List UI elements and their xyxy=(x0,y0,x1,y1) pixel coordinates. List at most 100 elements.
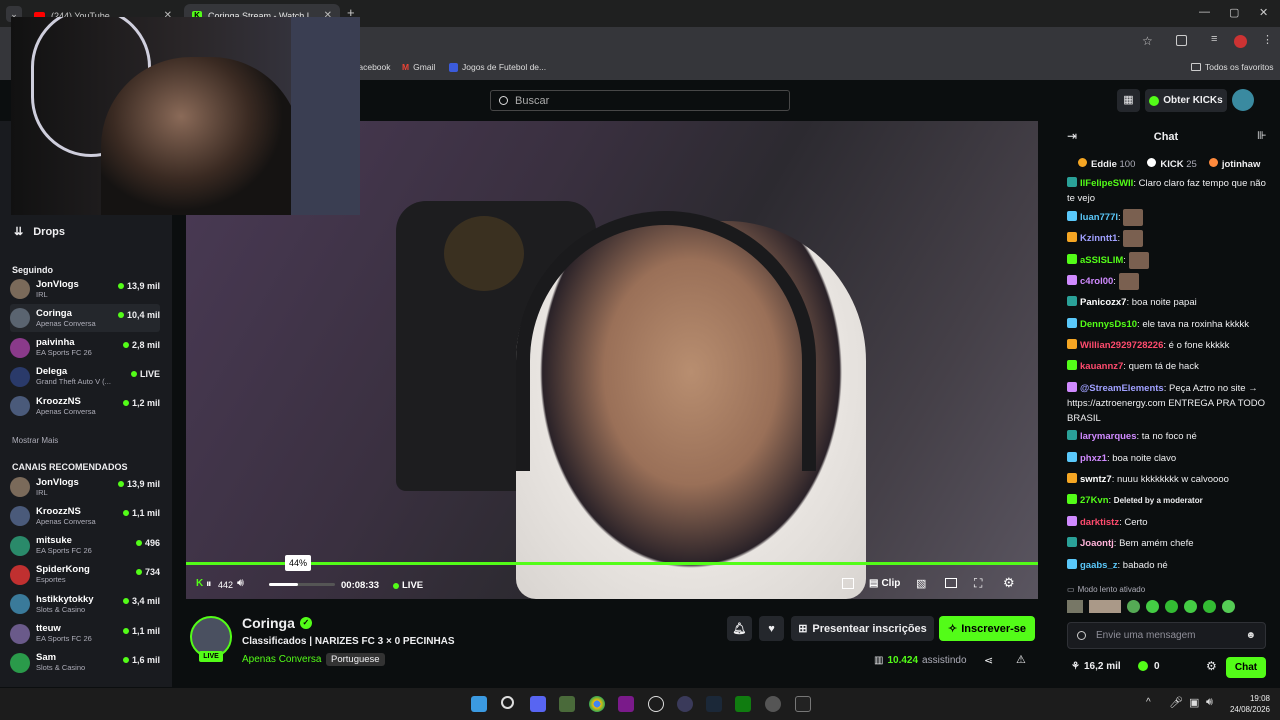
chat-username[interactable]: kauannz7 xyxy=(1080,361,1123,372)
chat-message[interactable]: IlFelipeSWII: Claro claro faz tempo que … xyxy=(1067,176,1272,206)
close-window-button[interactable]: ✕ xyxy=(1259,6,1268,19)
mic-icon[interactable]: 🎤︎ xyxy=(1169,696,1183,709)
chrome-icon[interactable] xyxy=(589,696,605,712)
app-icon[interactable] xyxy=(648,696,664,712)
sidebar-channel-tteuw[interactable]: tteuw EA Sports FC 26 1,1 mil xyxy=(10,620,160,648)
chat-username[interactable]: Willian2929728226 xyxy=(1080,340,1163,351)
emote-icon[interactable] xyxy=(1146,600,1159,613)
sidebar-channel-spiderkong[interactable]: SpiderKong Esportes 734 xyxy=(10,561,160,589)
chat-message[interactable]: Joaontj: Bem amém chefe xyxy=(1067,536,1272,551)
miniplayer-icon[interactable] xyxy=(842,578,854,589)
all-bookmarks[interactable]: Todos os favoritos xyxy=(1191,62,1274,72)
sidebar-channel-delega[interactable]: Delega Grand Theft Auto V (... LIVE xyxy=(10,363,160,391)
browse-button[interactable]: ▦ xyxy=(1117,89,1140,112)
chat-input[interactable]: Envie uma mensagem ☻ xyxy=(1067,622,1266,649)
drops-link[interactable]: ⇊ Drops xyxy=(14,225,65,239)
chat-emote-icon[interactable] xyxy=(1077,631,1086,640)
show-more-link[interactable]: Mostrar Mais xyxy=(12,436,58,445)
emote-icon[interactable] xyxy=(1165,600,1178,613)
emote-icon[interactable] xyxy=(1222,600,1235,613)
notification-button[interactable]: 🔔︎ xyxy=(727,616,752,641)
sound-icon[interactable]: 🔊︎ xyxy=(1206,696,1213,709)
chat-message[interactable]: darktistz: Certo xyxy=(1067,515,1272,530)
start-icon[interactable] xyxy=(471,696,487,712)
sidebar-channel-kroozzns[interactable]: KroozzNS Apenas Conversa 1,2 mil xyxy=(10,392,160,420)
leaderboard-entry[interactable]: Eddie 100 xyxy=(1078,158,1135,170)
extensions-icon[interactable] xyxy=(1176,35,1187,46)
chat-message[interactable]: gaabs_z: babado né xyxy=(1067,558,1272,573)
app-icon[interactable] xyxy=(677,696,693,712)
network-icon[interactable]: ▣ xyxy=(1189,696,1199,709)
chat-username[interactable]: c4rol00 xyxy=(1080,276,1113,287)
bookmark-facebook[interactable]: facebook xyxy=(356,62,391,72)
chat-message[interactable]: aSSISLIM: xyxy=(1067,252,1272,269)
chat-message[interactable]: larymarques: ta no foco né xyxy=(1067,429,1272,444)
category-link[interactable]: Apenas Conversa xyxy=(242,654,322,665)
chat-message[interactable]: c4rol00: xyxy=(1067,273,1272,290)
chat-message[interactable]: DennysDs10: ele tava na roxinha kkkkk xyxy=(1067,317,1272,332)
chat-username[interactable]: DennysDs10 xyxy=(1080,319,1137,330)
media-icon[interactable]: ≡ xyxy=(1211,33,1217,45)
emoji-picker-icon[interactable]: ☻ xyxy=(1245,630,1256,641)
settings-icon[interactable] xyxy=(765,696,781,712)
progress-bar[interactable] xyxy=(186,562,1038,565)
language-tag[interactable]: Portuguese xyxy=(326,653,385,666)
sidebar-channel-coringa[interactable]: Coringa Apenas Conversa 10,4 mil xyxy=(10,304,160,333)
share-icon[interactable]: ⋖ xyxy=(984,654,993,667)
chat-message[interactable]: luan777l: xyxy=(1067,209,1272,226)
get-kicks-button[interactable]: Obter KICKs xyxy=(1145,89,1227,112)
minimize-button[interactable]: — xyxy=(1199,6,1210,18)
game-icon[interactable] xyxy=(559,696,575,712)
chat-message[interactable]: kauannz7: quem tá de hack xyxy=(1067,359,1272,374)
chat-username[interactable]: Panicozx7 xyxy=(1080,297,1126,308)
settings-icon[interactable]: ⚙ xyxy=(1003,575,1015,591)
sidebar-channel-sam[interactable]: Sam Slots & Casino 1,6 mil xyxy=(10,649,160,677)
chat-message[interactable]: phxz1: boa noite clavo xyxy=(1067,451,1272,466)
emote-icon[interactable] xyxy=(1067,600,1083,613)
gift-subs-button[interactable]: ⊞ Presentear inscrições xyxy=(791,616,934,641)
emote-icon[interactable] xyxy=(1203,600,1216,613)
sidebar-channel-paivinha[interactable]: paivinha EA Sports FC 26 2,8 mil xyxy=(10,334,160,362)
report-icon[interactable]: ⚠︎ xyxy=(1016,653,1026,666)
sidebar-channel-kroozzns[interactable]: KroozzNS Apenas Conversa 1,1 mil xyxy=(10,502,160,530)
star-icon[interactable]: ☆ xyxy=(1142,34,1153,48)
profile-avatar[interactable] xyxy=(1234,35,1247,48)
volume-slider[interactable] xyxy=(269,583,335,586)
chat-username[interactable]: 27Kvn xyxy=(1080,495,1109,506)
chat-settings-icon[interactable]: ⚙ xyxy=(1206,659,1217,673)
search-icon[interactable] xyxy=(501,696,514,709)
nzxt-icon[interactable] xyxy=(618,696,634,712)
discord-icon[interactable] xyxy=(530,696,546,712)
chat-username[interactable]: phxz1 xyxy=(1080,453,1107,464)
tray-chevron-icon[interactable]: ^ xyxy=(1146,697,1151,708)
chat-username[interactable]: Kzinntt1 xyxy=(1080,233,1117,244)
chat-message[interactable]: Panicozx7: boa noite papai xyxy=(1067,295,1272,310)
chat-message[interactable]: Kzinntt1: xyxy=(1067,230,1272,247)
chat-username[interactable]: gaabs_z xyxy=(1080,560,1118,571)
chat-users-icon[interactable]: ⊪ xyxy=(1257,129,1267,142)
emote-icon[interactable] xyxy=(1089,600,1121,613)
theater-icon[interactable]: ▧ xyxy=(916,577,926,590)
emote-icon[interactable] xyxy=(1184,600,1197,613)
send-chat-button[interactable]: Chat xyxy=(1226,657,1266,678)
leaderboard-entry[interactable]: jotinhaw xyxy=(1208,158,1260,170)
follow-button[interactable]: ♥ xyxy=(759,616,784,641)
maximize-button[interactable]: ▢ xyxy=(1229,6,1239,19)
sidebar-channel-jonvlogs[interactable]: JonVlogs IRL 13,9 mil xyxy=(10,473,160,501)
chat-username[interactable]: IlFelipeSWII xyxy=(1080,178,1133,189)
chat-message[interactable]: swntz7: nuuu kkkkkkkk w calvoooo xyxy=(1067,472,1272,487)
chat-username[interactable]: luan777l xyxy=(1080,212,1118,223)
chat-username[interactable]: Joaontj xyxy=(1080,538,1114,549)
fullscreen-icon[interactable]: ⛶ xyxy=(974,576,982,591)
chat-message[interactable]: Willian2929728226: é o fone kkkkk xyxy=(1067,338,1272,353)
chat-message[interactable]: 27Kvn: Deleted by a moderator xyxy=(1067,493,1272,508)
menu-icon[interactable]: ⋮ xyxy=(1262,33,1273,46)
channel-name[interactable]: Coringa ✓ xyxy=(242,615,312,631)
chat-username[interactable]: darktistz xyxy=(1080,517,1119,528)
bookmark-jogos[interactable]: Jogos de Futebol de... xyxy=(449,62,546,72)
chat-message[interactable]: @StreamElements: Peça Aztro no site → ht… xyxy=(1067,381,1272,426)
volume-icon[interactable]: 🔊︎ xyxy=(237,577,244,590)
xbox-icon[interactable] xyxy=(735,696,751,712)
user-avatar[interactable] xyxy=(1232,89,1254,111)
pause-button[interactable]: ⏸ xyxy=(206,578,212,591)
